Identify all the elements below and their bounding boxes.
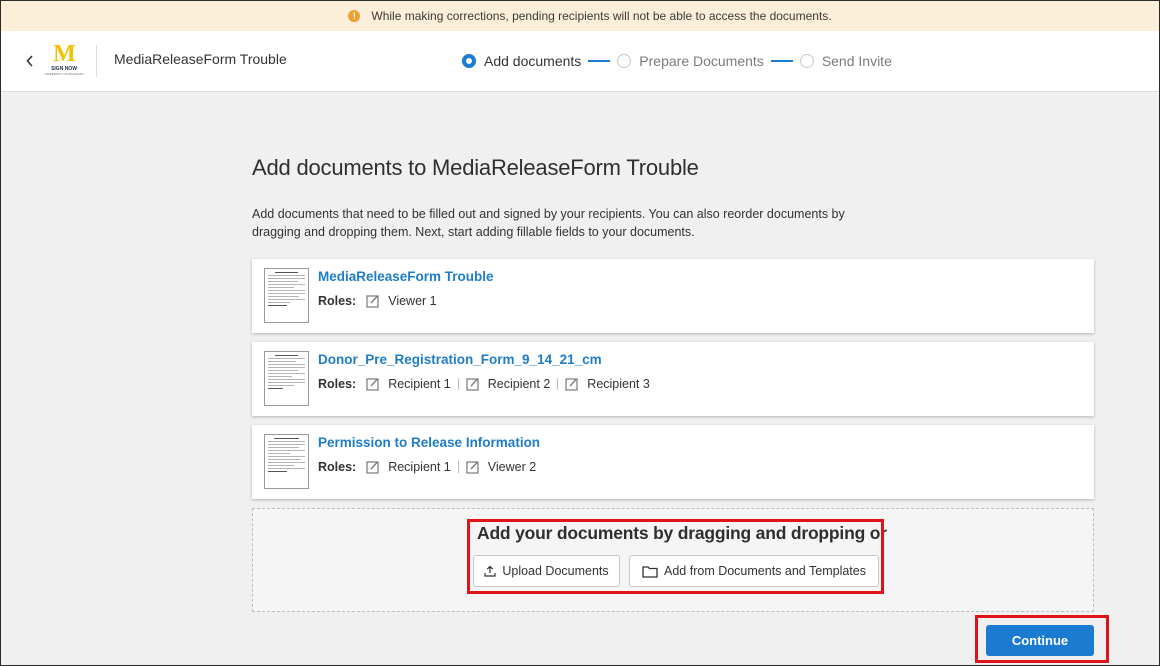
- document-title-link[interactable]: MediaReleaseForm Trouble: [318, 269, 494, 284]
- step-prepare-documents[interactable]: Prepare Documents: [617, 53, 764, 69]
- document-thumbnail: [264, 268, 309, 323]
- role-label: Viewer 2: [487, 460, 537, 474]
- roles-label: Roles:: [318, 460, 357, 474]
- role-label: Recipient 2: [487, 377, 551, 391]
- chevron-left-icon: [26, 55, 33, 67]
- role-recipient-2[interactable]: Recipient 2: [466, 377, 551, 391]
- role-viewer-2[interactable]: Viewer 2: [466, 460, 536, 474]
- logo-letter: M: [53, 41, 76, 67]
- document-card[interactable]: Permission to Release Information Roles:…: [252, 425, 1094, 499]
- step-send-invite[interactable]: Send Invite: [799, 53, 892, 69]
- edit-icon: [466, 461, 479, 474]
- roles-row: Roles: Viewer 1: [318, 294, 437, 308]
- edit-icon: [366, 461, 379, 474]
- step-label: Send Invite: [821, 53, 892, 69]
- roles-row: Roles: Recipient 1 Viewer 2: [318, 460, 536, 474]
- step-connector: [770, 60, 793, 62]
- page-title: Add documents to MediaReleaseForm Troubl…: [252, 155, 699, 180]
- edit-icon: [466, 378, 479, 391]
- page-description: Add documents that need to be filled out…: [252, 207, 845, 239]
- role-recipient-1[interactable]: Recipient 1: [366, 460, 451, 474]
- role-viewer-1[interactable]: Viewer 1: [366, 294, 437, 308]
- document-thumbnail: [264, 351, 309, 406]
- role-label: Recipient 1: [388, 377, 451, 391]
- step-indicator: [462, 54, 476, 68]
- edit-icon: [366, 378, 379, 391]
- document-thumbnail: [264, 434, 309, 489]
- edit-icon: [565, 378, 578, 391]
- continue-button[interactable]: Continue: [986, 625, 1094, 656]
- logo: M SIGN NOW UNIVERSITY OF MICHIGAN: [44, 41, 84, 79]
- header-divider: [96, 45, 97, 77]
- document-card[interactable]: MediaReleaseForm Trouble Roles: Viewer 1: [252, 259, 1094, 333]
- step-connector: [588, 60, 611, 62]
- document-title: MediaReleaseForm Trouble: [114, 51, 287, 67]
- document-title-link[interactable]: Donor_Pre_Registration_Form_9_14_21_cm: [318, 352, 602, 367]
- role-recipient-1[interactable]: Recipient 1: [366, 377, 451, 391]
- document-card[interactable]: Donor_Pre_Registration_Form_9_14_21_cm R…: [252, 342, 1094, 416]
- banner-text: While making corrections, pending recipi…: [371, 8, 832, 23]
- step-indicator: [617, 54, 632, 68]
- role-separator: [557, 378, 559, 390]
- role-label: Recipient 3: [587, 377, 650, 391]
- roles-label: Roles:: [318, 294, 357, 308]
- role-label: Recipient 1: [388, 460, 451, 474]
- document-title-link[interactable]: Permission to Release Information: [318, 435, 540, 450]
- step-label: Add documents: [484, 53, 582, 69]
- step-add-documents[interactable]: Add documents: [462, 53, 581, 69]
- stepper: Add documents Prepare Documents Send Inv…: [462, 51, 892, 71]
- back-button[interactable]: [22, 49, 38, 73]
- warning-icon: !: [348, 9, 361, 22]
- role-separator: [457, 461, 459, 473]
- role-separator: [457, 378, 459, 390]
- header: M SIGN NOW UNIVERSITY OF MICHIGAN MediaR…: [0, 31, 1160, 92]
- step-indicator: [799, 54, 814, 68]
- roles-label: Roles:: [318, 377, 357, 391]
- logo-line2: UNIVERSITY OF MICHIGAN: [44, 72, 84, 76]
- warning-banner: ! While making corrections, pending reci…: [0, 0, 1160, 31]
- step-label: Prepare Documents: [639, 53, 764, 69]
- roles-row: Roles: Recipient 1 Recipient 2 Recipient…: [318, 377, 650, 391]
- edit-icon: [366, 295, 379, 308]
- role-label: Viewer 1: [388, 294, 437, 308]
- highlight-box-upload: [467, 519, 884, 594]
- role-recipient-3[interactable]: Recipient 3: [565, 377, 650, 391]
